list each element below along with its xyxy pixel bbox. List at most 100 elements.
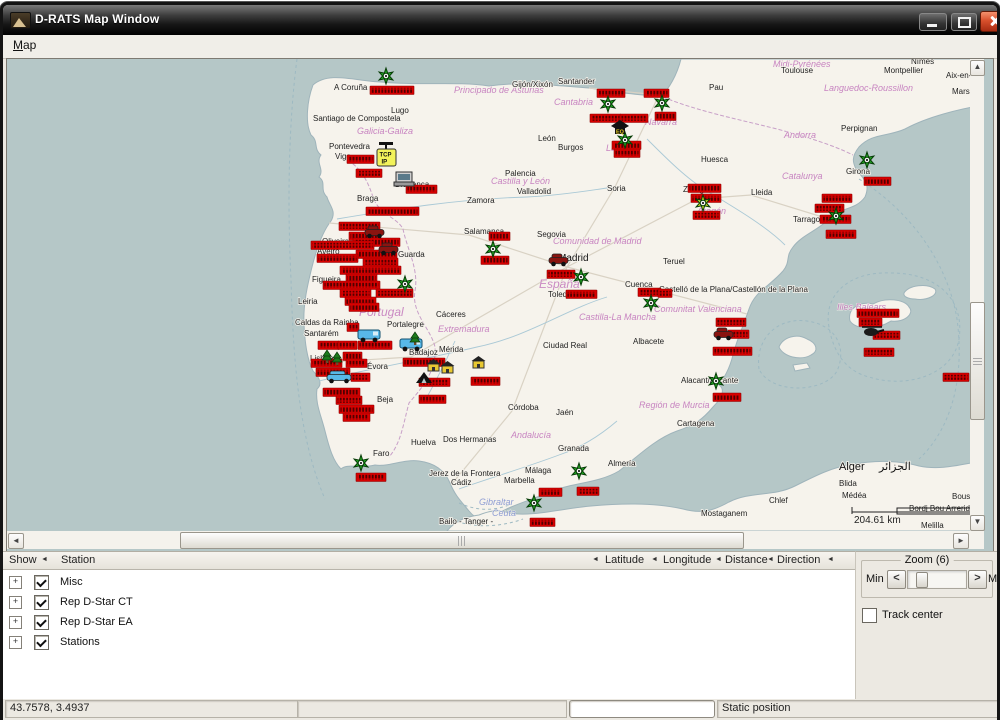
zoom-slider[interactable] — [907, 570, 967, 589]
show-checkbox[interactable] — [34, 615, 49, 630]
scroll-down-button[interactable]: ▼ — [970, 515, 985, 531]
laptop-icon[interactable] — [394, 172, 414, 186]
station-marker[interactable] — [826, 230, 856, 239]
station-marker[interactable] — [577, 487, 599, 496]
station-marker[interactable] — [339, 405, 374, 414]
zoom-slider-thumb[interactable] — [916, 572, 928, 588]
station-marker[interactable] — [481, 256, 509, 265]
station-marker[interactable] — [713, 393, 741, 402]
column-header-station[interactable]: Station — [61, 554, 95, 566]
vscroll-thumb[interactable] — [970, 302, 985, 420]
station-marker[interactable] — [366, 207, 419, 216]
column-header-longitude[interactable]: Longitude — [663, 554, 711, 566]
station-marker[interactable] — [644, 89, 669, 98]
sort-arrow-icon[interactable]: ◄ — [651, 556, 658, 563]
station-marker[interactable] — [338, 341, 357, 350]
station-group-row[interactable]: +Stations — [3, 632, 855, 652]
station-marker[interactable] — [822, 194, 852, 203]
sort-arrow-icon[interactable]: ◄ — [41, 556, 48, 563]
city-label: Málaga — [525, 466, 552, 475]
scroll-right-button[interactable]: ► — [953, 533, 969, 549]
window-title: D-RATS Map Window — [35, 12, 159, 26]
station-marker[interactable] — [323, 281, 380, 290]
station-marker[interactable] — [864, 348, 894, 357]
station-marker[interactable] — [349, 303, 379, 312]
close-button[interactable] — [980, 11, 1000, 32]
station-marker[interactable] — [356, 169, 382, 178]
expand-icon[interactable]: + — [9, 576, 22, 589]
station-marker[interactable] — [340, 266, 401, 275]
station-marker[interactable] — [376, 289, 413, 298]
station-marker[interactable] — [620, 114, 648, 123]
scroll-left-button[interactable]: ◄ — [8, 533, 24, 549]
station-marker[interactable] — [597, 89, 625, 98]
show-checkbox[interactable] — [34, 575, 49, 590]
station-marker[interactable] — [638, 288, 661, 297]
station-marker[interactable] — [815, 204, 844, 213]
city-label: Cuenca — [625, 280, 653, 289]
station-marker[interactable] — [346, 359, 367, 368]
station-marker[interactable] — [317, 254, 358, 263]
map-canvas[interactable]: Principado de AsturiasCantabriaGalicia-G… — [7, 59, 984, 531]
station-marker[interactable] — [311, 241, 374, 250]
column-header-direction[interactable]: Direction — [777, 554, 820, 566]
station-marker[interactable] — [336, 396, 362, 405]
hscroll-thumb[interactable] — [180, 532, 744, 549]
station-marker[interactable] — [530, 518, 555, 527]
station-marker[interactable] — [590, 114, 621, 123]
station-marker[interactable] — [864, 177, 891, 186]
station-marker[interactable] — [343, 413, 370, 422]
station-marker[interactable] — [489, 232, 510, 241]
station-marker[interactable] — [351, 373, 370, 382]
station-group-row[interactable]: +Misc — [3, 572, 855, 592]
station-marker[interactable] — [318, 341, 339, 350]
zoom-in-button[interactable]: > — [968, 570, 987, 589]
expand-icon[interactable]: + — [9, 636, 22, 649]
station-marker[interactable] — [655, 112, 676, 121]
station-marker[interactable] — [658, 289, 672, 298]
station-marker[interactable] — [688, 184, 721, 193]
scroll-up-button[interactable]: ▲ — [970, 60, 985, 76]
station-marker[interactable] — [713, 347, 752, 356]
station-marker[interactable] — [539, 488, 562, 497]
menu-item-map[interactable]: Map — [5, 35, 44, 56]
sort-arrow-icon[interactable]: ◄ — [715, 556, 722, 563]
down-arrow-icon: ▼ — [974, 517, 982, 526]
column-header-show[interactable]: Show — [9, 554, 37, 566]
station-marker[interactable] — [566, 290, 597, 299]
station-group-row[interactable]: +Rep D-Star CT — [3, 592, 855, 612]
station-group-row[interactable]: +Rep D-Star EA — [3, 612, 855, 632]
station-marker[interactable] — [857, 309, 899, 318]
repeater-star-marker[interactable] — [860, 152, 874, 168]
station-marker[interactable] — [716, 318, 746, 327]
station-marker[interactable] — [370, 86, 414, 95]
status-mode: Static position — [717, 700, 999, 718]
column-header-distance[interactable]: Distance — [725, 554, 768, 566]
station-marker[interactable] — [419, 395, 446, 404]
station-marker[interactable] — [859, 318, 882, 327]
station-marker[interactable] — [363, 258, 398, 267]
maximize-button[interactable] — [951, 13, 977, 31]
station-marker[interactable] — [347, 323, 359, 332]
show-checkbox[interactable] — [34, 595, 49, 610]
track-center-checkbox[interactable] — [862, 608, 877, 623]
sort-arrow-icon[interactable]: ◄ — [827, 556, 834, 563]
station-marker[interactable] — [356, 473, 386, 482]
station-marker[interactable] — [347, 155, 374, 164]
station-marker[interactable] — [323, 388, 360, 397]
sort-arrow-icon[interactable]: ◄ — [767, 556, 774, 563]
station-marker[interactable] — [471, 377, 500, 386]
sort-arrow-icon[interactable]: ◄ — [592, 556, 599, 563]
expand-icon[interactable]: + — [9, 596, 22, 609]
station-marker[interactable] — [547, 270, 575, 279]
station-marker[interactable] — [340, 289, 371, 298]
station-marker[interactable] — [943, 373, 969, 382]
window-titlebar[interactable]: D-RATS Map Window — [3, 5, 997, 35]
station-marker[interactable] — [614, 149, 640, 158]
expand-icon[interactable]: + — [9, 616, 22, 629]
column-header-latitude[interactable]: Latitude — [605, 554, 644, 566]
minimize-button[interactable] — [919, 13, 947, 31]
station-marker[interactable] — [693, 211, 720, 220]
zoom-out-button[interactable]: < — [887, 570, 906, 589]
show-checkbox[interactable] — [34, 635, 49, 650]
